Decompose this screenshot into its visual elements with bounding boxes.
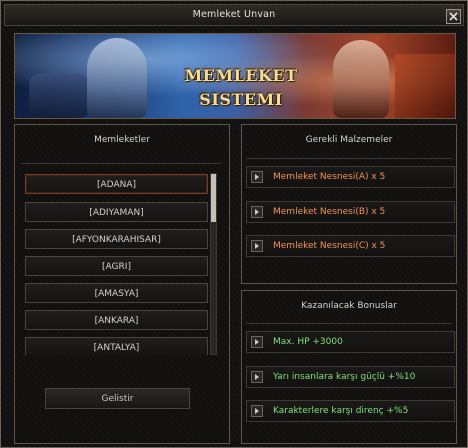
bonus-row[interactable]: Karakterlere karşı direnç +%5 (246, 400, 455, 422)
play-arrow-icon (251, 171, 263, 183)
bonus-panel-title: Kazanılacak Bonuslar (301, 301, 397, 311)
city-list-scrollbar[interactable] (210, 173, 217, 355)
divider (246, 158, 452, 159)
city-item[interactable]: [ADANA] (25, 174, 208, 194)
banner-dragon (395, 54, 455, 118)
window-title: Memleket Unvan (192, 9, 276, 20)
title-bar[interactable]: Memleket Unvan (4, 4, 464, 26)
city-item[interactable]: [AGRI] (25, 256, 208, 276)
bonus-label: Karakterlere karşı direnç +%5 (273, 406, 409, 416)
banner-female-figure (333, 40, 389, 118)
material-row[interactable]: Memleket Nesnesi(A) x 5 (246, 166, 455, 188)
bonus-row[interactable]: Yarı insanlara karşı güçlü +%10 (246, 366, 455, 388)
bonus-label: Max. HP +3000 (273, 337, 343, 347)
city-item[interactable]: [AFYONKARAHISAR] (25, 229, 208, 249)
material-label: Memleket Nesnesi(B) x 5 (273, 207, 386, 217)
develop-button[interactable]: Gelistir (45, 388, 190, 409)
close-button[interactable] (446, 9, 461, 24)
city-item[interactable]: [AMASYA] (25, 283, 208, 303)
city-item[interactable]: [ANTALYA] (25, 337, 208, 355)
banner-male-figure (87, 38, 147, 118)
divider (21, 163, 221, 164)
play-arrow-icon (251, 336, 263, 348)
divider (246, 323, 452, 324)
banner-title: MEMLEKET SISTEMI (184, 66, 298, 109)
bonus-row[interactable]: Max. HP +3000 (246, 331, 455, 353)
city-list: [ADANA] [ADIYAMAN] [AFYONKARAHISAR] [AGR… (21, 169, 217, 355)
material-row[interactable]: Memleket Nesnesi(C) x 5 (246, 235, 455, 257)
material-label: Memleket Nesnesi(C) x 5 (273, 241, 386, 251)
scrollbar-thumb[interactable] (211, 174, 216, 222)
close-x-icon (449, 12, 458, 21)
banner-armor-figure (29, 74, 89, 118)
city-item[interactable]: [ADIYAMAN] (25, 202, 208, 222)
play-arrow-icon (251, 240, 263, 252)
banner-image: MEMLEKET SISTEMI (14, 33, 456, 119)
material-row[interactable]: Memleket Nesnesi(B) x 5 (246, 201, 455, 223)
cities-panel-title: Memleketler (94, 135, 150, 145)
play-arrow-icon (251, 371, 263, 383)
materials-panel-title: Gerekli Malzemeler (305, 135, 393, 145)
city-item[interactable]: [ANKARA] (25, 310, 208, 330)
bonus-label: Yarı insanlara karşı güçlü +%10 (273, 372, 416, 382)
material-label: Memleket Nesnesi(A) x 5 (273, 172, 386, 182)
play-arrow-icon (251, 405, 263, 417)
play-arrow-icon (251, 206, 263, 218)
